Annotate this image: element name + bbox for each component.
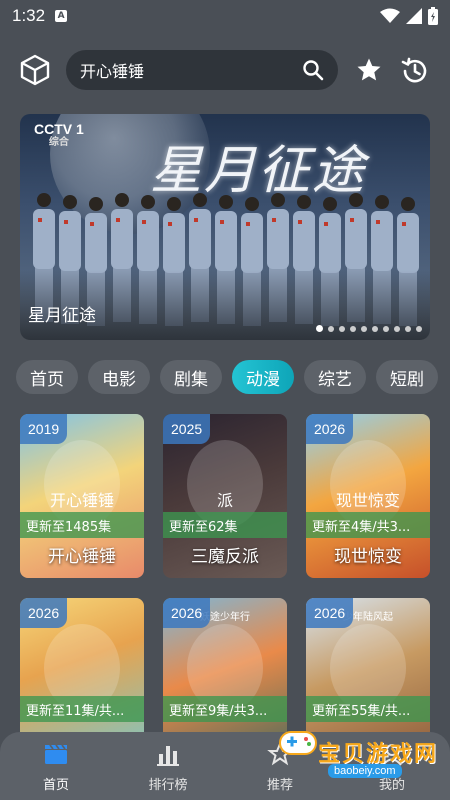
pagination-dot[interactable]	[339, 325, 345, 332]
card-title: 三魔反派	[191, 547, 259, 567]
tab-4[interactable]: 动漫	[232, 360, 294, 394]
category-tabs: 首页 电影 剧集 动漫 综艺 短剧	[0, 360, 450, 394]
banner-caption: 星月征途	[28, 306, 96, 326]
card-title: 开心锤锤	[48, 547, 116, 567]
gamepad-icon	[279, 731, 317, 755]
pagination-dot[interactable]	[372, 325, 378, 332]
card-year-badge: 2026	[306, 414, 354, 444]
tab-5[interactable]: 综艺	[304, 360, 366, 394]
card-update-status: 更新至1485集	[20, 512, 144, 538]
content-card[interactable]: 现世惊变 2026 更新至4集/共3... 现世惊变	[306, 414, 430, 578]
card-year-badge: 2019	[20, 414, 68, 444]
clapperboard-icon	[45, 744, 67, 764]
top-bar: 开心锤锤	[0, 48, 450, 92]
card-year-badge: 2026	[163, 598, 211, 628]
tab-2[interactable]: 电影	[88, 360, 150, 394]
wifi-icon	[380, 8, 400, 23]
nav-label: 首页	[42, 778, 69, 793]
pagination-dot[interactable]	[316, 325, 323, 332]
nav-item-2[interactable]: 排行榜	[128, 740, 208, 796]
pagination-dot[interactable]	[394, 325, 400, 332]
content-card[interactable]: 开心锤锤 2019 更新至1485集 开心锤锤	[20, 414, 144, 578]
card-year-badge: 2026	[20, 598, 68, 628]
featured-banner[interactable]: CCTV 1 综合 星月征途 星月征途	[20, 114, 430, 340]
search-query: 开心锤锤	[80, 62, 145, 81]
content-card[interactable]: 派 2025 更新至62集三魔反派	[163, 414, 287, 578]
cube-icon[interactable]	[18, 53, 52, 87]
status-icons	[380, 7, 438, 25]
watermark-url: baobeiy.com	[328, 764, 402, 778]
card-title: 现世惊变	[334, 547, 402, 567]
tab-6[interactable]: 短剧	[376, 360, 438, 394]
card-year-badge: 2025	[163, 414, 211, 444]
nav-label: 排行榜	[148, 778, 188, 793]
tab-3[interactable]: 剧集	[160, 360, 222, 394]
signal-icon	[406, 8, 422, 24]
card-update-status: 更新至9集/共3...	[163, 696, 287, 722]
card-poster-title: 开心锤锤	[50, 491, 114, 510]
search-icon[interactable]	[302, 59, 324, 81]
status-bar: 1:32 A	[0, 0, 450, 32]
channel-logo-sub: 综合	[48, 137, 69, 148]
pagination-dot[interactable]	[328, 325, 334, 332]
card-update-status: 更新至11集/共...	[20, 696, 144, 722]
card-update-status: 更新至62集	[163, 512, 287, 538]
star-icon[interactable]	[356, 57, 382, 83]
card-poster-title: 现世惊变	[336, 491, 400, 510]
pagination-dot[interactable]	[416, 325, 422, 332]
pagination-dot[interactable]	[361, 325, 367, 332]
battery-icon	[428, 7, 438, 25]
notification-icon: A	[55, 10, 68, 22]
pagination-dot[interactable]	[350, 325, 356, 332]
channel-logo: CCTV 1 综合	[34, 122, 84, 150]
nav-item-1[interactable]: 首页	[16, 740, 96, 796]
search-input[interactable]: 开心锤锤	[66, 50, 338, 90]
status-time: 1:32	[12, 6, 46, 25]
card-update-status: 更新至4集/共3...	[306, 512, 430, 538]
site-watermark: 宝贝游戏网 baobeiy.com	[272, 712, 448, 782]
history-icon[interactable]	[400, 56, 430, 86]
pagination-dot[interactable]	[405, 325, 411, 332]
bar-chart-icon	[157, 746, 179, 766]
channel-logo-text: CCTV 1	[34, 121, 84, 137]
tab-1[interactable]: 首页	[16, 360, 78, 394]
card-year-badge: 2026	[306, 598, 354, 628]
card-poster-title: 派	[217, 491, 233, 510]
pagination-dot[interactable]	[383, 325, 389, 332]
banner-pagination	[316, 325, 422, 332]
